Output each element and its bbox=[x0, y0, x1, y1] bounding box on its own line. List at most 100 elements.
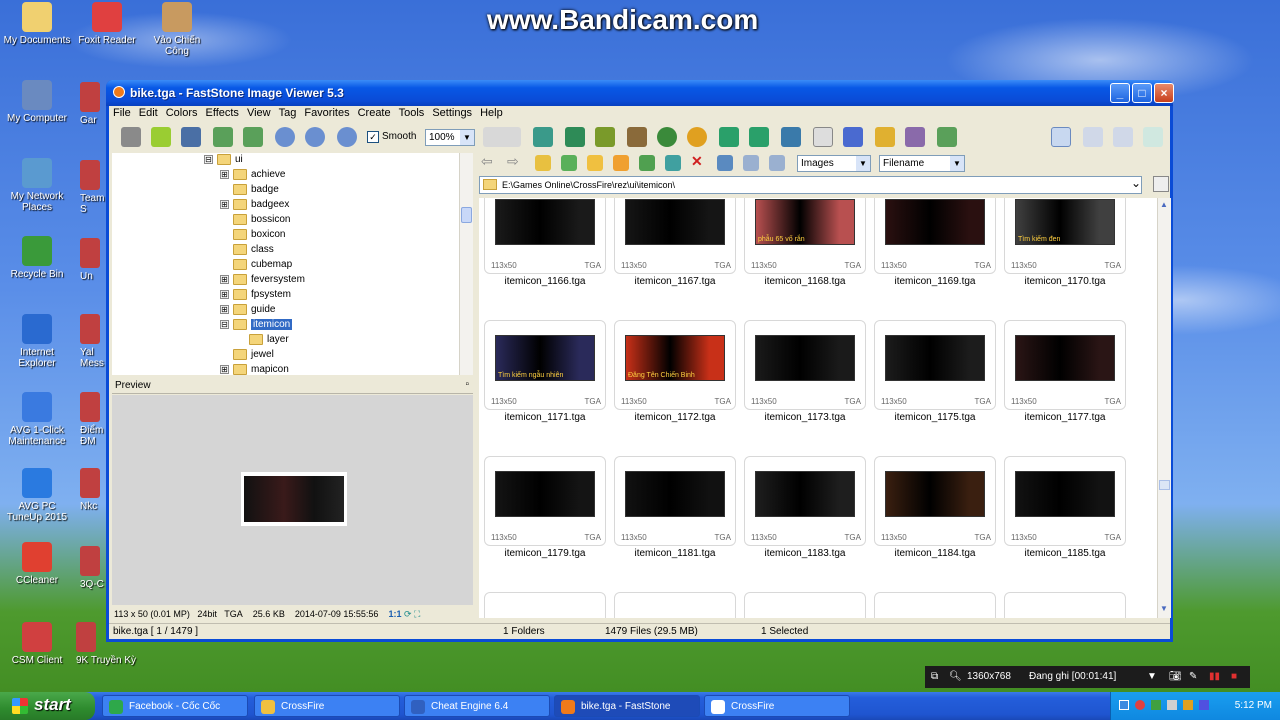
thumbnail-card[interactable]: 113x50 TGA bbox=[744, 456, 866, 546]
close-button[interactable]: × bbox=[1154, 83, 1174, 103]
tree-item[interactable]: ⊞ badgeex bbox=[220, 199, 289, 214]
tray-volume-icon[interactable] bbox=[1167, 700, 1177, 710]
crop-icon[interactable] bbox=[533, 127, 553, 147]
thumbnail-card[interactable]: 113x50 TGA bbox=[874, 320, 996, 410]
thumbnail-card[interactable] bbox=[614, 592, 736, 618]
thumbnail-card[interactable]: 113x50 TGA bbox=[744, 320, 866, 410]
menu-item-settings[interactable]: Settings bbox=[428, 106, 476, 119]
tree-expander[interactable]: ⊞ bbox=[220, 365, 229, 374]
thumbnail-grid[interactable]: 113x50 TGA itemicon_1166.tga 113x50 TGA itemi… bbox=[479, 198, 1157, 618]
fullscreen-icon[interactable] bbox=[243, 127, 263, 147]
preview-close-icon[interactable]: ▫ bbox=[465, 379, 469, 390]
thumbnail-card[interactable]: 113x50 TGA bbox=[1004, 456, 1126, 546]
desktop-icon[interactable]: Internet Explorer bbox=[0, 314, 74, 369]
view-thumbnails-icon[interactable] bbox=[717, 155, 733, 171]
pencil-icon[interactable]: ✎ bbox=[1189, 671, 1197, 682]
tree-scroll-thumb[interactable] bbox=[461, 207, 472, 223]
open-folder-icon[interactable] bbox=[121, 127, 141, 147]
tray-antivirus-icon[interactable] bbox=[1151, 700, 1161, 710]
tree-item[interactable]: ⊟ itemicon bbox=[220, 319, 293, 334]
wallpaper-icon[interactable] bbox=[813, 127, 833, 147]
tree-item[interactable]: badge bbox=[220, 184, 279, 199]
taskbar-button[interactable]: CrossFire bbox=[254, 695, 400, 717]
tray-language-icon[interactable] bbox=[1199, 700, 1209, 710]
thumbnail-card[interactable]: phẫu 65 vố rắn 113x50 TGA bbox=[744, 198, 866, 274]
file-type-filter[interactable]: Images ▼ bbox=[797, 155, 871, 172]
red-eye-icon[interactable] bbox=[627, 127, 647, 147]
rotate-right-icon[interactable] bbox=[749, 127, 769, 147]
resize-icon[interactable] bbox=[565, 127, 585, 147]
view-details-icon[interactable] bbox=[769, 155, 785, 171]
menu-item-colors[interactable]: Colors bbox=[162, 106, 202, 119]
settings-icon[interactable] bbox=[937, 127, 957, 147]
pause-icon[interactable]: ▮▮ bbox=[1209, 671, 1220, 682]
select-all-icon[interactable] bbox=[665, 155, 681, 171]
desktop-icon[interactable]: Foxit Reader bbox=[70, 2, 144, 46]
tree-item[interactable]: ⊞ feversystem bbox=[220, 274, 305, 289]
menu-item-view[interactable]: View bbox=[243, 106, 275, 119]
tree-expander[interactable]: ⊟ bbox=[204, 155, 213, 164]
fullscreen-mode-icon[interactable] bbox=[1143, 127, 1163, 147]
taskbar-button[interactable]: Facebook - Cốc Cốc bbox=[102, 695, 248, 717]
path-bar[interactable]: E:\Games Online\CrossFire\rez\ui\itemico… bbox=[479, 176, 1142, 194]
sync-icon[interactable]: ⟳ bbox=[404, 609, 412, 619]
minimize-button[interactable]: _ bbox=[1110, 83, 1130, 103]
desktop-icon[interactable]: AVG PC TuneUp 2015 bbox=[0, 468, 74, 523]
thumbnail-card[interactable]: Tìm kiếm ngẫu nhiên 113x50 TGA bbox=[484, 320, 606, 410]
thumbnail-card[interactable]: 113x50 TGA bbox=[484, 456, 606, 546]
menu-item-favorites[interactable]: Favorites bbox=[300, 106, 353, 119]
person-icon[interactable] bbox=[657, 127, 677, 147]
sort-select[interactable]: Filename ▼ bbox=[879, 155, 965, 172]
calendar-icon[interactable] bbox=[1153, 176, 1169, 192]
adjust-colors-icon[interactable] bbox=[595, 127, 615, 147]
maximize-button[interactable]: □ bbox=[1132, 83, 1152, 103]
thumbnail-card[interactable] bbox=[744, 592, 866, 618]
save-icon[interactable] bbox=[181, 127, 201, 147]
thumbnail-card[interactable] bbox=[874, 592, 996, 618]
tray-app-icon[interactable] bbox=[1183, 700, 1193, 710]
tree-item[interactable]: layer bbox=[236, 334, 289, 349]
thumbnail-card[interactable] bbox=[1004, 592, 1126, 618]
menu-item-help[interactable]: Help bbox=[476, 106, 507, 119]
tree-expander[interactable]: ⊞ bbox=[220, 275, 229, 284]
scroll-down-icon[interactable]: ▼ bbox=[1160, 604, 1168, 613]
thumbnail-card[interactable]: 113x50 TGA bbox=[614, 198, 736, 274]
tree-item[interactable]: boxicon bbox=[220, 229, 285, 244]
fit-window-icon[interactable] bbox=[213, 127, 233, 147]
new-folder-icon[interactable] bbox=[587, 155, 603, 171]
bandicam-window-icon[interactable]: ⧉ bbox=[931, 671, 938, 682]
info-ratio[interactable]: 1:1 bbox=[388, 609, 401, 619]
print-icon[interactable] bbox=[905, 127, 925, 147]
thumbnail-card[interactable] bbox=[484, 592, 606, 618]
tree-expander[interactable]: ⊟ bbox=[220, 320, 229, 329]
refresh-icon[interactable] bbox=[561, 155, 577, 171]
clock[interactable]: 5:12 PM bbox=[1235, 700, 1272, 711]
path-dropdown-icon[interactable]: ⌄ bbox=[1131, 176, 1141, 190]
grid-scroll-thumb[interactable] bbox=[1159, 480, 1170, 490]
layout-full-icon[interactable] bbox=[1113, 127, 1133, 147]
menu-item-effects[interactable]: Effects bbox=[202, 106, 243, 119]
thumbnail-card[interactable]: 113x50 TGA bbox=[874, 456, 996, 546]
zoom-in-icon[interactable] bbox=[275, 127, 295, 147]
desktop-icon[interactable]: My Documents bbox=[0, 2, 74, 46]
tree-expander[interactable]: ⊞ bbox=[220, 200, 229, 209]
desktop-icon[interactable]: Vảo Chiến Công bbox=[140, 2, 214, 57]
desktop-icon[interactable]: My Computer bbox=[0, 80, 74, 124]
menu-item-create[interactable]: Create bbox=[354, 106, 395, 119]
taskbar-button[interactable]: Cheat Engine 6.4 bbox=[404, 695, 550, 717]
tree-item[interactable]: ⊞ fpsystem bbox=[220, 289, 291, 304]
tree-item[interactable]: ⊞ mapicon bbox=[220, 364, 289, 375]
copy-to-icon[interactable] bbox=[613, 155, 629, 171]
desktop-icon[interactable]: CSM Client bbox=[0, 622, 74, 666]
tree-scrollbar[interactable] bbox=[459, 153, 473, 375]
layout-browser-icon[interactable] bbox=[1051, 127, 1071, 147]
desktop-icon[interactable]: AVG 1-Click Maintenance bbox=[0, 392, 74, 447]
layout-preview-icon[interactable] bbox=[1083, 127, 1103, 147]
tree-item[interactable]: jewel bbox=[220, 349, 274, 364]
desktop-icon[interactable]: Recycle Bin bbox=[0, 236, 74, 280]
draw-icon[interactable] bbox=[843, 127, 863, 147]
title-bar[interactable]: bike.tga - FastStone Image Viewer 5.3 _ … bbox=[106, 80, 1174, 106]
stop-icon[interactable]: ■ bbox=[1231, 671, 1237, 682]
tree-item[interactable]: cubemap bbox=[220, 259, 292, 274]
zoom-select[interactable]: 100% ▼ bbox=[425, 129, 475, 146]
